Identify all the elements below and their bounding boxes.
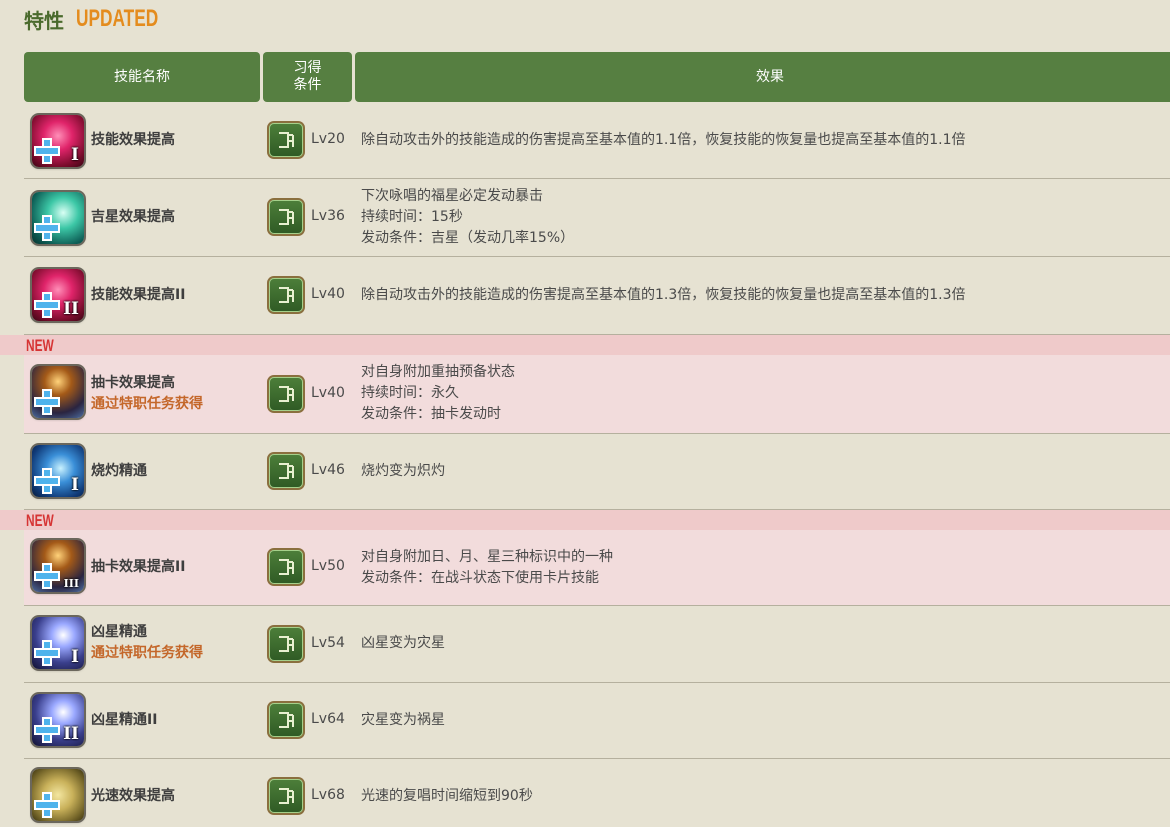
job-level-icon bbox=[269, 627, 303, 661]
acquire-level: Lv46 bbox=[311, 462, 345, 478]
skill-name: 技能效果提高 bbox=[91, 132, 175, 148]
acquire-level: Lv40 bbox=[311, 286, 345, 302]
job-level-icon bbox=[269, 779, 303, 813]
acquire-level: Lv68 bbox=[311, 787, 345, 803]
new-tag: NEW bbox=[26, 511, 54, 530]
trait-row: I 烧灼精通 Lv46 烧灼变为炽灼 bbox=[24, 434, 1170, 510]
job-level-icon bbox=[269, 278, 303, 312]
job-level-icon bbox=[269, 200, 303, 234]
new-band: NEW bbox=[0, 510, 1170, 530]
effect-text: 对自身附加重抽预备状态 持续时间：永久 发动条件：抽卡发动时 bbox=[361, 364, 515, 422]
acquire-level: Lv20 bbox=[311, 131, 345, 147]
updated-badge: UPDATED bbox=[76, 5, 159, 32]
lucky-star-teal-icon bbox=[32, 192, 84, 244]
new-tag: NEW bbox=[26, 336, 54, 355]
condition-header-line1: 习得 bbox=[293, 60, 322, 76]
effect-text: 灾星变为祸星 bbox=[361, 712, 445, 728]
trait-row: I 凶星精通 通过特职任务获得 Lv54 凶星变为灾星 bbox=[24, 606, 1170, 683]
skill-name: 抽卡效果提高II bbox=[91, 559, 186, 575]
column-header-effect: 效果 bbox=[355, 52, 1170, 102]
lightspeed-gold-icon bbox=[32, 769, 84, 821]
acquire-level: Lv40 bbox=[311, 385, 345, 401]
skill-name: 吉星效果提高 bbox=[91, 209, 175, 225]
effect-text: 除自动攻击外的技能造成的伤害提高至基本值的1.1倍，恢复技能的恢复量也提高至基本… bbox=[361, 132, 966, 148]
column-header-name: 技能名称 bbox=[24, 52, 260, 102]
effect-text: 光速的复唱时间缩短到90秒 bbox=[361, 788, 533, 804]
column-header-condition: 习得 条件 bbox=[263, 52, 352, 102]
skill-name: 凶星精通II bbox=[91, 712, 158, 728]
effect-text: 除自动攻击外的技能造成的伤害提高至基本值的1.3倍，恢复技能的恢复量也提高至基本… bbox=[361, 287, 966, 303]
trait-row: II 凶星精通II Lv64 灾星变为祸星 bbox=[24, 683, 1170, 759]
malefic-blue-icon: I bbox=[32, 445, 84, 497]
card-draw-icon bbox=[32, 366, 84, 418]
page-title: 特性 bbox=[24, 8, 64, 33]
acquire-level: Lv36 bbox=[311, 208, 345, 224]
skill-name: 凶星精通 通过特职任务获得 bbox=[91, 622, 203, 664]
skill-name: 技能效果提高II bbox=[91, 287, 186, 303]
skill-boost-red-icon: II bbox=[32, 269, 84, 321]
trait-row: 抽卡效果提高 通过特职任务获得 Lv40 对自身附加重抽预备状态 持续时间：永久发… bbox=[24, 355, 1170, 434]
effect-text: 烧灼变为炽灼 bbox=[361, 463, 445, 479]
acquire-note: 通过特职任务获得 bbox=[91, 396, 203, 412]
card-draw-icon: III bbox=[32, 540, 84, 592]
new-band: NEW bbox=[0, 335, 1170, 355]
acquire-level: Lv50 bbox=[311, 558, 345, 574]
acquire-level: Lv54 bbox=[311, 635, 345, 651]
trait-row: I 技能效果提高 Lv20 除自动攻击外的技能造成的伤害提高至基本值的1.1倍，… bbox=[24, 103, 1170, 179]
skill-name: 抽卡效果提高 通过特职任务获得 bbox=[91, 373, 203, 415]
trait-row: 光速效果提高 Lv68 光速的复唱时间缩短到90秒 bbox=[24, 759, 1170, 827]
job-level-icon bbox=[269, 123, 303, 157]
trait-row: 吉星效果提高 Lv36 下次咏唱的福星必定发动暴击 持续时间：15秒 发动条件：吉星… bbox=[24, 179, 1170, 257]
job-level-icon bbox=[269, 703, 303, 737]
skill-name: 烧灼精通 bbox=[91, 463, 147, 479]
effect-text: 凶星变为灾星 bbox=[361, 635, 445, 651]
acquire-note: 通过特职任务获得 bbox=[91, 645, 203, 661]
malefic-star-icon: II bbox=[32, 694, 84, 746]
trait-row: II 技能效果提高II Lv40 除自动攻击外的技能造成的伤害提高至基本值的1.… bbox=[24, 257, 1170, 335]
section-title-bar: 特性 UPDATED bbox=[24, 4, 190, 34]
effect-text: 对自身附加日、月、星三种标识中的一种 发动条件：在战斗状态下使用卡片技能 bbox=[361, 549, 613, 586]
skill-boost-red-icon: I bbox=[32, 115, 84, 167]
skill-name: 光速效果提高 bbox=[91, 788, 175, 804]
condition-header-line2: 条件 bbox=[293, 77, 322, 93]
job-level-icon bbox=[269, 377, 303, 411]
job-level-icon bbox=[269, 550, 303, 584]
effect-text: 下次咏唱的福星必定发动暴击 持续时间：15秒 发动条件：吉星（发动几率15%） bbox=[361, 188, 575, 246]
acquire-level: Lv64 bbox=[311, 711, 345, 727]
job-level-icon bbox=[269, 454, 303, 488]
malefic-star-icon: I bbox=[32, 617, 84, 669]
trait-row: III 抽卡效果提高II Lv50 对自身附加日、月、星三种标识中的一种 发动条件… bbox=[24, 530, 1170, 606]
